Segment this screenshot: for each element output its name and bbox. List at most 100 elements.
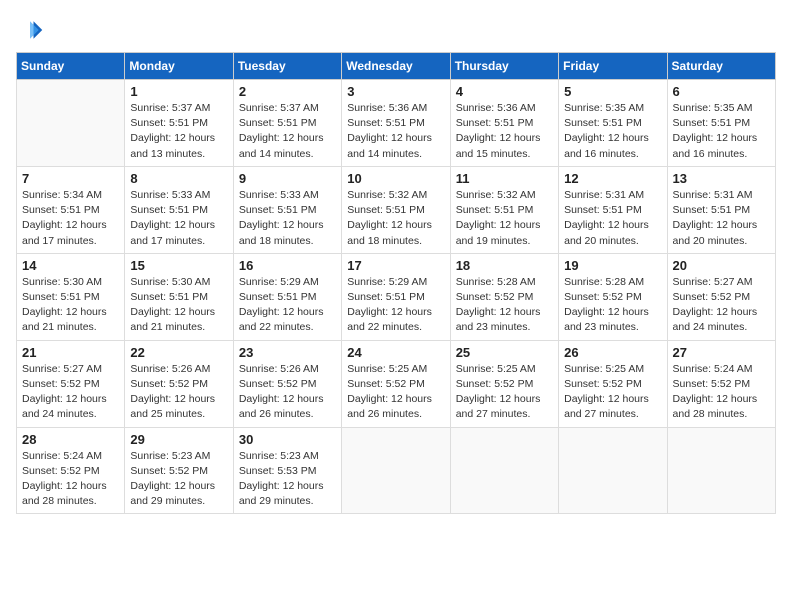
day-number: 15 <box>130 258 227 273</box>
weekday-header: Saturday <box>667 53 775 80</box>
calendar-cell: 8 Sunrise: 5:33 AMSunset: 5:51 PMDaylight… <box>125 166 233 253</box>
day-info: Sunrise: 5:37 AMSunset: 5:51 PMDaylight:… <box>239 101 336 162</box>
day-number: 4 <box>456 84 553 99</box>
day-number: 5 <box>564 84 661 99</box>
day-info: Sunrise: 5:23 AMSunset: 5:53 PMDaylight:… <box>239 449 336 510</box>
calendar-week-row: 1 Sunrise: 5:37 AMSunset: 5:51 PMDaylight… <box>17 80 776 167</box>
day-info: Sunrise: 5:30 AMSunset: 5:51 PMDaylight:… <box>130 275 227 336</box>
calendar-cell: 29 Sunrise: 5:23 AMSunset: 5:52 PMDayligh… <box>125 427 233 514</box>
day-info: Sunrise: 5:28 AMSunset: 5:52 PMDaylight:… <box>564 275 661 336</box>
day-number: 10 <box>347 171 444 186</box>
day-number: 14 <box>22 258 119 273</box>
day-info: Sunrise: 5:29 AMSunset: 5:51 PMDaylight:… <box>239 275 336 336</box>
day-number: 3 <box>347 84 444 99</box>
calendar-cell <box>667 427 775 514</box>
calendar-cell: 7 Sunrise: 5:34 AMSunset: 5:51 PMDaylight… <box>17 166 125 253</box>
weekday-header: Wednesday <box>342 53 450 80</box>
day-number: 13 <box>673 171 770 186</box>
day-number: 22 <box>130 345 227 360</box>
day-number: 17 <box>347 258 444 273</box>
logo-icon <box>16 16 44 44</box>
calendar-cell: 9 Sunrise: 5:33 AMSunset: 5:51 PMDaylight… <box>233 166 341 253</box>
calendar-week-row: 7 Sunrise: 5:34 AMSunset: 5:51 PMDaylight… <box>17 166 776 253</box>
day-info: Sunrise: 5:24 AMSunset: 5:52 PMDaylight:… <box>673 362 770 423</box>
calendar-cell: 28Sunrise: 5:24 AMSunset: 5:52 PMDayligh… <box>17 427 125 514</box>
day-number: 19 <box>564 258 661 273</box>
day-info: Sunrise: 5:30 AMSunset: 5:51 PMDaylight:… <box>22 275 119 336</box>
day-number: 18 <box>456 258 553 273</box>
day-info: Sunrise: 5:29 AMSunset: 5:51 PMDaylight:… <box>347 275 444 336</box>
calendar-cell: 2 Sunrise: 5:37 AMSunset: 5:51 PMDaylight… <box>233 80 341 167</box>
weekday-header: Tuesday <box>233 53 341 80</box>
calendar-week-row: 21 Sunrise: 5:27 AMSunset: 5:52 PMDayligh… <box>17 340 776 427</box>
day-info: Sunrise: 5:25 AMSunset: 5:52 PMDaylight:… <box>564 362 661 423</box>
calendar-cell: 10 Sunrise: 5:32 AMSunset: 5:51 PMDayligh… <box>342 166 450 253</box>
day-info: Sunrise: 5:32 AMSunset: 5:51 PMDaylight:… <box>347 188 444 249</box>
calendar-cell: 12 Sunrise: 5:31 AMSunset: 5:51 PMDayligh… <box>559 166 667 253</box>
day-number: 1 <box>130 84 227 99</box>
day-info: Sunrise: 5:33 AMSunset: 5:51 PMDaylight:… <box>239 188 336 249</box>
calendar-cell: 23 Sunrise: 5:26 AMSunset: 5:52 PMDayligh… <box>233 340 341 427</box>
day-number: 21 <box>22 345 119 360</box>
weekday-header: Sunday <box>17 53 125 80</box>
day-info: Sunrise: 5:23 AMSunset: 5:52 PMDaylight:… <box>130 449 227 510</box>
logo <box>16 16 48 44</box>
calendar-cell: 26 Sunrise: 5:25 AMSunset: 5:52 PMDayligh… <box>559 340 667 427</box>
day-info: Sunrise: 5:28 AMSunset: 5:52 PMDaylight:… <box>456 275 553 336</box>
calendar-cell: 16 Sunrise: 5:29 AMSunset: 5:51 PMDayligh… <box>233 253 341 340</box>
weekday-header: Monday <box>125 53 233 80</box>
day-info: Sunrise: 5:31 AMSunset: 5:51 PMDaylight:… <box>564 188 661 249</box>
day-info: Sunrise: 5:26 AMSunset: 5:52 PMDaylight:… <box>130 362 227 423</box>
day-number: 6 <box>673 84 770 99</box>
calendar-cell: 17 Sunrise: 5:29 AMSunset: 5:51 PMDayligh… <box>342 253 450 340</box>
calendar-cell: 18 Sunrise: 5:28 AMSunset: 5:52 PMDayligh… <box>450 253 558 340</box>
weekday-header: Friday <box>559 53 667 80</box>
day-number: 26 <box>564 345 661 360</box>
day-info: Sunrise: 5:35 AMSunset: 5:51 PMDaylight:… <box>673 101 770 162</box>
day-info: Sunrise: 5:27 AMSunset: 5:52 PMDaylight:… <box>673 275 770 336</box>
day-info: Sunrise: 5:27 AMSunset: 5:52 PMDaylight:… <box>22 362 119 423</box>
day-info: Sunrise: 5:33 AMSunset: 5:51 PMDaylight:… <box>130 188 227 249</box>
calendar-cell: 24 Sunrise: 5:25 AMSunset: 5:52 PMDayligh… <box>342 340 450 427</box>
day-info: Sunrise: 5:32 AMSunset: 5:51 PMDaylight:… <box>456 188 553 249</box>
day-info: Sunrise: 5:24 AMSunset: 5:52 PMDaylight:… <box>22 449 119 510</box>
calendar-cell: 15 Sunrise: 5:30 AMSunset: 5:51 PMDayligh… <box>125 253 233 340</box>
day-info: Sunrise: 5:25 AMSunset: 5:52 PMDaylight:… <box>347 362 444 423</box>
day-info: Sunrise: 5:31 AMSunset: 5:51 PMDaylight:… <box>673 188 770 249</box>
calendar-cell: 11Sunrise: 5:32 AMSunset: 5:51 PMDayligh… <box>450 166 558 253</box>
day-number: 20 <box>673 258 770 273</box>
calendar-cell: 20 Sunrise: 5:27 AMSunset: 5:52 PMDayligh… <box>667 253 775 340</box>
calendar-cell: 4 Sunrise: 5:36 AMSunset: 5:51 PMDaylight… <box>450 80 558 167</box>
calendar-cell: 5 Sunrise: 5:35 AMSunset: 5:51 PMDaylight… <box>559 80 667 167</box>
weekday-header: Thursday <box>450 53 558 80</box>
calendar-cell: 1 Sunrise: 5:37 AMSunset: 5:51 PMDaylight… <box>125 80 233 167</box>
day-info: Sunrise: 5:36 AMSunset: 5:51 PMDaylight:… <box>456 101 553 162</box>
calendar-table: SundayMondayTuesdayWednesdayThursdayFrid… <box>16 52 776 514</box>
day-info: Sunrise: 5:34 AMSunset: 5:51 PMDaylight:… <box>22 188 119 249</box>
calendar-cell: 6 Sunrise: 5:35 AMSunset: 5:51 PMDaylight… <box>667 80 775 167</box>
day-number: 24 <box>347 345 444 360</box>
calendar-week-row: 28Sunrise: 5:24 AMSunset: 5:52 PMDayligh… <box>17 427 776 514</box>
day-info: Sunrise: 5:35 AMSunset: 5:51 PMDaylight:… <box>564 101 661 162</box>
calendar-cell <box>450 427 558 514</box>
calendar-cell: 3Sunrise: 5:36 AMSunset: 5:51 PMDaylight… <box>342 80 450 167</box>
calendar-cell <box>342 427 450 514</box>
day-info: Sunrise: 5:37 AMSunset: 5:51 PMDaylight:… <box>130 101 227 162</box>
day-number: 8 <box>130 171 227 186</box>
day-number: 30 <box>239 432 336 447</box>
calendar-cell <box>559 427 667 514</box>
day-number: 9 <box>239 171 336 186</box>
calendar-cell: 19 Sunrise: 5:28 AMSunset: 5:52 PMDayligh… <box>559 253 667 340</box>
day-number: 2 <box>239 84 336 99</box>
page-header <box>16 16 776 44</box>
day-info: Sunrise: 5:25 AMSunset: 5:52 PMDaylight:… <box>456 362 553 423</box>
day-number: 23 <box>239 345 336 360</box>
day-number: 29 <box>130 432 227 447</box>
day-info: Sunrise: 5:26 AMSunset: 5:52 PMDaylight:… <box>239 362 336 423</box>
calendar-week-row: 14 Sunrise: 5:30 AMSunset: 5:51 PMDayligh… <box>17 253 776 340</box>
day-number: 7 <box>22 171 119 186</box>
day-number: 16 <box>239 258 336 273</box>
day-number: 12 <box>564 171 661 186</box>
calendar-cell: 27Sunrise: 5:24 AMSunset: 5:52 PMDayligh… <box>667 340 775 427</box>
calendar-cell: 21 Sunrise: 5:27 AMSunset: 5:52 PMDayligh… <box>17 340 125 427</box>
